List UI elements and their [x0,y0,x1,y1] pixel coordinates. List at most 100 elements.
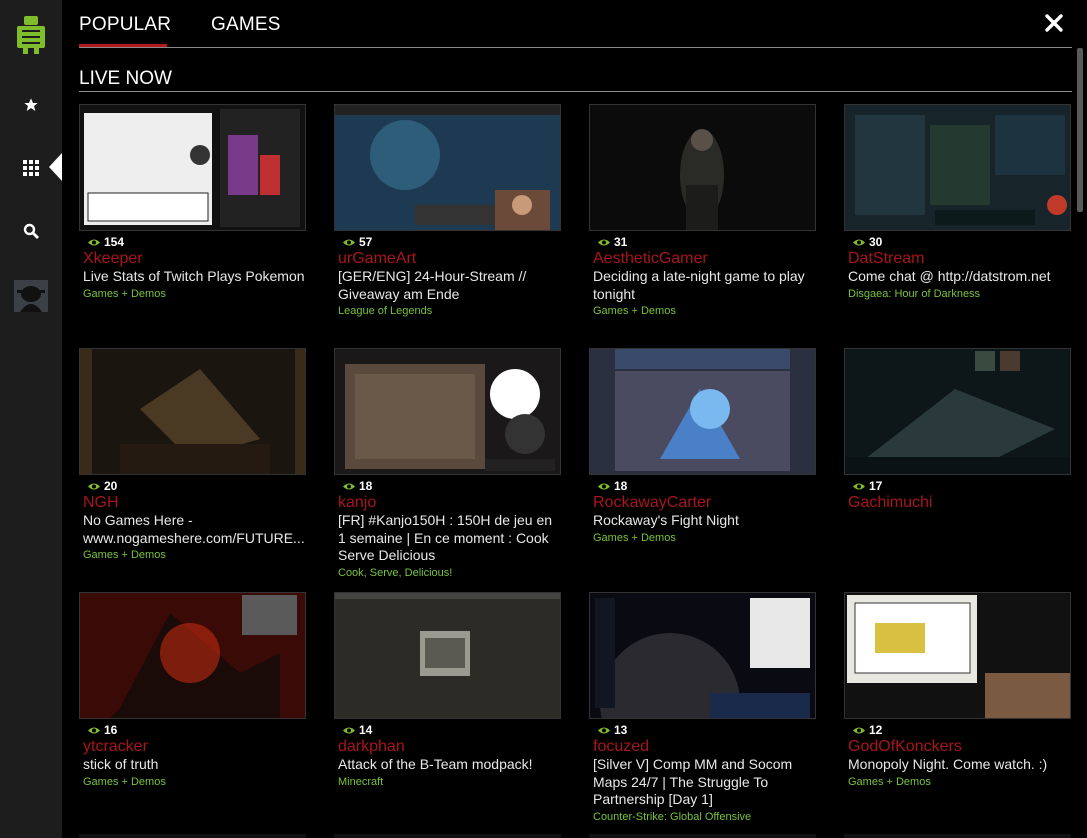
stream-thumbnail[interactable] [844,104,1071,231]
streamer-name[interactable]: urGameArt [338,250,562,268]
viewer-count-value: 154 [104,235,125,249]
viewer-count-value: 57 [359,235,373,249]
eye-icon [853,727,865,733]
viewer-count: 14 [343,723,562,737]
stream-card[interactable]: 31 AestheticGamer Deciding a late-night ga… [589,104,817,320]
close-icon[interactable] [1044,13,1064,33]
game-link[interactable]: Games + Demos [848,774,1072,791]
card-peek [334,834,561,838]
game-link[interactable]: Disgaea: Hour of Darkness [848,286,1072,303]
favorites-button[interactable] [0,87,62,123]
game-link[interactable]: Games + Demos [83,774,307,791]
eye-icon [343,727,355,733]
eye-icon [598,239,610,245]
scrollbar[interactable] [1077,48,1083,212]
streamer-name[interactable]: focuzed [593,738,817,756]
stream-status: [FR] #Kanjo150H : 150H de jeu en 1 semai… [338,512,553,563]
stream-thumbnail[interactable] [589,104,816,231]
stream-thumbnail[interactable] [334,592,561,719]
game-link[interactable]: Games + Demos [83,547,307,564]
star-icon [24,98,38,111]
streamer-name[interactable]: Gachimuchi [848,494,1072,512]
stream-card[interactable]: 12 GodOfKonckers Monopoly Night. Come watc… [844,592,1072,791]
game-link[interactable]: Minecraft [338,774,562,791]
game-link[interactable]: Games + Demos [83,286,307,303]
stream-status: Come chat @ http://datstrom.net [848,268,1051,284]
streamer-name[interactable]: darkphan [338,738,562,756]
stream-thumbnail[interactable] [79,348,306,475]
eye-icon [343,239,355,245]
streamer-name[interactable]: GodOfKonckers [848,738,1072,756]
eye-icon [88,483,100,489]
stream-card[interactable]: 14 darkphan Attack of the B-Team modpack! M… [334,592,562,791]
viewer-count: 17 [853,479,1072,493]
card-peek [844,834,1071,838]
stream-thumbnail[interactable] [334,348,561,475]
streamer-name[interactable]: DatStream [848,250,1072,268]
streamer-name[interactable]: AestheticGamer [593,250,817,268]
tab-games[interactable]: GAMES [211,14,281,36]
streamer-name[interactable]: ytcracker [83,738,307,756]
stream-thumbnail[interactable] [79,104,306,231]
search-button[interactable] [0,213,62,249]
game-link[interactable]: Games + Demos [593,530,817,547]
streamer-name[interactable]: kanjo [338,494,562,512]
avatar[interactable] [14,280,48,312]
stream-status: Live Stats of Twitch Plays Pokemon [83,268,305,284]
game-link[interactable]: League of Legends [338,303,562,320]
stream-thumbnail[interactable] [844,348,1071,475]
stream-card[interactable]: 18 kanjo [FR] #Kanjo150H : 150H de jeu en … [334,348,562,582]
stream-thumbnail[interactable] [334,104,561,231]
viewer-count: 18 [598,479,817,493]
grid-icon [23,160,39,176]
viewer-count: 13 [598,723,817,737]
viewer-count: 18 [343,479,562,493]
eye-icon [88,239,100,245]
stream-card[interactable]: 17 Gachimuchi [844,348,1072,512]
tab-popular[interactable]: POPULAR [79,14,171,36]
viewer-count-value: 30 [869,235,883,249]
game-link[interactable]: Cook, Serve, Delicious! [338,565,562,582]
viewer-count: 20 [88,479,307,493]
stream-card[interactable]: 13 focuzed [Silver V] Comp MM and Socom Ma… [589,592,817,826]
android-logo-icon[interactable] [17,16,45,54]
eye-icon [88,727,100,733]
stream-status: Deciding a late-night game to play tonig… [593,268,805,302]
stream-card[interactable]: 154 Xkeeper Live Stats of Twitch Plays Pok… [79,104,307,303]
stream-status: stick of truth [83,756,159,772]
stream-card[interactable]: 16 ytcracker stick of truth Games + Demos [79,592,307,791]
streamer-name[interactable]: Xkeeper [83,250,307,268]
card-peek [589,834,816,838]
viewer-count: 16 [88,723,307,737]
stream-card[interactable]: 18 RockawayCarter Rockaway's Fight Night Ga… [589,348,817,547]
viewer-count-value: 16 [104,723,118,737]
viewer-count-value: 13 [614,723,628,737]
stream-thumbnail[interactable] [589,592,816,719]
eye-icon [598,483,610,489]
search-icon [23,223,39,239]
viewer-count-value: 31 [614,235,628,249]
stream-card[interactable]: 20 NGH No Games Here - www.nogameshere.com… [79,348,307,564]
stream-status: [Silver V] Comp MM and Socom Maps 24/7 |… [593,756,793,807]
stream-thumbnail[interactable] [79,592,306,719]
left-rail [0,0,62,838]
stream-status: Monopoly Night. Come watch. :) [848,756,1048,772]
game-link[interactable]: Games + Demos [593,303,817,320]
stream-status: No Games Here - www.nogameshere.com/FUTU… [83,512,305,546]
top-nav: POPULAR GAMES [79,0,1072,48]
stream-thumbnail[interactable] [844,592,1071,719]
streamer-name[interactable]: NGH [83,494,307,512]
stream-card[interactable]: 57 urGameArt [GER/ENG] 24-Hour-Stream // G… [334,104,562,320]
section-title: LIVE NOW [79,68,1072,92]
streamer-name[interactable]: RockawayCarter [593,494,817,512]
viewer-count: 57 [343,235,562,249]
viewer-count: 154 [88,235,307,249]
stream-status: Attack of the B-Team modpack! [338,756,533,772]
game-link[interactable]: Counter-Strike: Global Offensive [593,809,817,826]
viewer-count-value: 18 [359,479,373,493]
viewer-count-value: 20 [104,479,118,493]
stream-card[interactable]: 30 DatStream Come chat @ http://datstrom.n… [844,104,1072,303]
viewer-count-value: 17 [869,479,883,493]
stream-thumbnail[interactable] [589,348,816,475]
viewer-count: 30 [853,235,1072,249]
